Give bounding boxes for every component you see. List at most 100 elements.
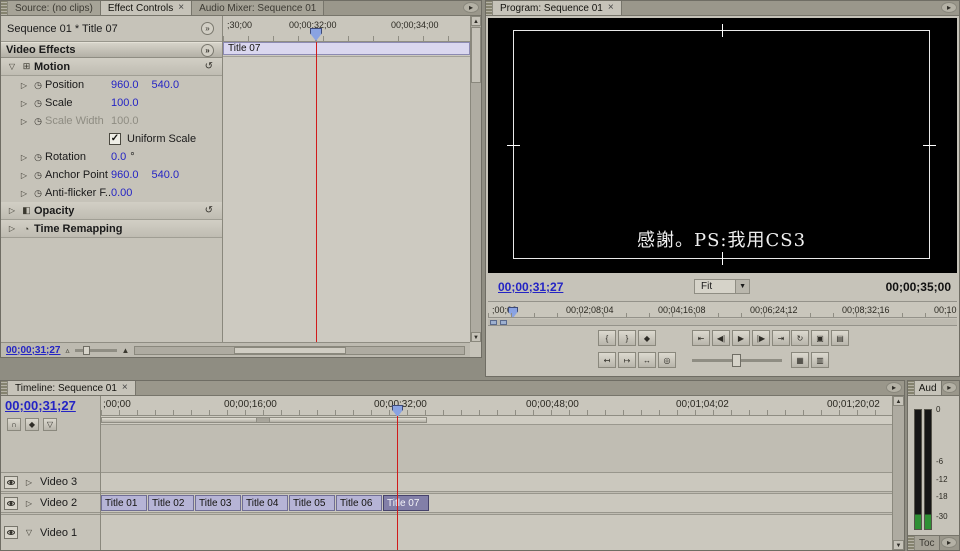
go-to-next-edit-button[interactable]: ⇥ <box>772 330 790 346</box>
zoom-level-select[interactable]: Fit ▼ <box>694 279 750 294</box>
stopwatch-icon[interactable]: ◷ <box>31 188 45 199</box>
panel-grip[interactable] <box>486 1 493 15</box>
scroll-up-icon[interactable]: ▲ <box>471 16 481 26</box>
program-ruler[interactable]: ;00;00 00;02;08;04 00;04;16;08 00;06;24;… <box>488 301 957 318</box>
twirl-closed-icon[interactable]: ▷ <box>22 478 36 487</box>
timeline-vertical-scrollbar[interactable]: ▲ ▼ <box>892 396 904 550</box>
reset-icon[interactable]: ↺ <box>205 61 213 72</box>
twirl-closed-icon[interactable]: ▷ <box>17 189 31 198</box>
play-in-to-out-button[interactable]: ↔ <box>638 352 656 368</box>
work-area-bar[interactable] <box>101 416 892 425</box>
twirl-open-icon[interactable]: ▽ <box>5 62 19 71</box>
track-header-video-3[interactable]: ▷ Video 3 <box>1 472 100 492</box>
timeline-clip[interactable]: Title 06 <box>336 495 382 511</box>
tab-tools[interactable]: Toc <box>915 536 940 550</box>
set-marker-icon[interactable]: ▽ <box>43 418 57 431</box>
scroll-down-icon[interactable]: ▼ <box>471 332 481 342</box>
handle-left[interactable] <box>507 145 520 146</box>
step-back-button[interactable]: ◀| <box>712 330 730 346</box>
eye-icon[interactable] <box>4 476 18 489</box>
program-video-display[interactable]: 感謝。PS:我用CS3 <box>488 18 957 273</box>
stopwatch-icon[interactable]: ◷ <box>31 152 45 163</box>
track-lane-video-3[interactable] <box>101 472 892 492</box>
timeline-zoom-slider[interactable] <box>75 349 117 352</box>
scrollbar-thumb[interactable] <box>234 347 346 354</box>
close-icon[interactable]: × <box>608 3 614 13</box>
go-to-previous-edit-button[interactable]: ⇤ <box>692 330 710 346</box>
stopwatch-icon[interactable]: ◷ <box>31 170 45 181</box>
snap-icon[interactable]: ∩ <box>7 418 21 431</box>
timeline-clip[interactable]: Title 01 <box>101 495 147 511</box>
zoom-out-icon[interactable]: ▵ <box>65 346 69 355</box>
ecp-vertical-scrollbar[interactable]: ▲ ▼ <box>470 16 481 342</box>
close-icon[interactable]: × <box>122 383 128 393</box>
uniform-scale-checkbox[interactable]: ✓ <box>109 133 121 145</box>
panel-grip[interactable] <box>1 381 8 395</box>
loop-button[interactable]: ↻ <box>791 330 809 346</box>
twirl-closed-icon[interactable]: ▷ <box>17 171 31 180</box>
scroll-up-icon[interactable]: ▲ <box>893 396 904 406</box>
track-header-video-2[interactable]: ▷ Video 2 <box>1 493 100 513</box>
safe-margins-button[interactable]: ▣ <box>811 330 829 346</box>
lift-button[interactable]: ▦ <box>791 352 809 368</box>
track-lane-video-1[interactable] <box>101 514 892 550</box>
twirl-closed-icon[interactable]: ▷ <box>5 206 19 215</box>
panel-grip[interactable] <box>908 536 915 550</box>
section-collapse-icon[interactable]: » <box>201 44 214 57</box>
anti-flicker-value[interactable]: 0.00 <box>111 187 132 199</box>
close-icon[interactable]: × <box>178 3 184 13</box>
rotation-value[interactable]: 0.0 <box>111 151 126 163</box>
zoom-in-icon[interactable]: ▲ <box>122 346 130 355</box>
shuttle-slider[interactable] <box>692 352 782 368</box>
ecp-current-timecode[interactable]: 00;00;31;27 <box>6 345 60 356</box>
scrollbar-thumb[interactable] <box>471 27 481 83</box>
timeline-clip[interactable]: Title 05 <box>289 495 335 511</box>
extract-button[interactable]: ▥ <box>811 352 829 368</box>
tab-audio-meters[interactable]: Aud <box>915 381 942 395</box>
handle-bottom[interactable] <box>722 252 723 265</box>
timeline-clip-selected[interactable]: Title 07 <box>383 495 429 511</box>
timeline-clip[interactable]: Title 03 <box>195 495 241 511</box>
position-y-value[interactable]: 540.0 <box>152 79 180 91</box>
playhead-marker[interactable] <box>508 307 518 318</box>
twirl-closed-icon[interactable]: ▷ <box>5 224 19 233</box>
handle-top[interactable] <box>722 24 723 37</box>
track-header-video-1[interactable]: ▽ Video 1 <box>1 514 100 550</box>
tab-effect-controls[interactable]: Effect Controls × <box>101 1 192 15</box>
timeline-clip[interactable]: Title 04 <box>242 495 288 511</box>
export-frame-button[interactable]: ▤ <box>831 330 849 346</box>
tab-source[interactable]: Source: (no clips) <box>8 1 101 15</box>
set-in-point-button[interactable]: { <box>598 330 616 346</box>
shuttle-thumb[interactable] <box>732 354 741 367</box>
set-marker-button[interactable]: ◆ <box>638 330 656 346</box>
eye-icon[interactable] <box>4 497 18 510</box>
time-remapping-header[interactable]: ▷ ◔ Time Remapping <box>1 220 222 238</box>
track-lane-video-2[interactable]: Title 01 Title 02 Title 03 Title 04 Titl… <box>101 493 892 513</box>
reset-icon[interactable]: ↺ <box>205 205 213 216</box>
position-x-value[interactable]: 960.0 <box>111 79 139 91</box>
step-forward-button[interactable]: |▶ <box>752 330 770 346</box>
tab-timeline[interactable]: Timeline: Sequence 01 × <box>8 381 136 395</box>
program-current-timecode[interactable]: 00;00;31;27 <box>498 280 563 294</box>
eye-icon[interactable] <box>4 526 18 539</box>
motion-effect-header[interactable]: ▽ ⊞ Motion ↺ <box>1 58 222 76</box>
show-timeline-view-button[interactable]: » <box>201 22 214 35</box>
panel-grip[interactable] <box>1 1 8 15</box>
go-to-out-point-button[interactable]: ↦ <box>618 352 636 368</box>
scale-value[interactable]: 100.0 <box>111 97 139 109</box>
twirl-closed-icon[interactable]: ▷ <box>17 99 31 108</box>
panel-menu-icon[interactable]: ▸ <box>941 2 957 13</box>
playhead-marker[interactable] <box>310 28 322 41</box>
ecp-timeline-ruler[interactable]: ;30;00 00;00;32;00 00;00;34;00 <box>223 16 470 42</box>
twirl-closed-icon[interactable]: ▷ <box>22 499 36 508</box>
twirl-closed-icon[interactable]: ▷ <box>17 81 31 90</box>
panel-menu-icon[interactable]: ▸ <box>463 2 479 13</box>
anchor-x-value[interactable]: 960.0 <box>111 169 139 181</box>
timeline-current-timecode[interactable]: 00;00;31;27 <box>1 396 100 413</box>
panel-menu-icon[interactable]: ▸ <box>886 382 902 393</box>
tab-program[interactable]: Program: Sequence 01 × <box>493 1 622 15</box>
timeline-clip[interactable]: Title 02 <box>148 495 194 511</box>
encore-marker-icon[interactable]: ◆ <box>25 418 39 431</box>
clip-title-07[interactable]: Title 07 <box>223 42 470 55</box>
stopwatch-icon[interactable]: ◷ <box>31 80 45 91</box>
